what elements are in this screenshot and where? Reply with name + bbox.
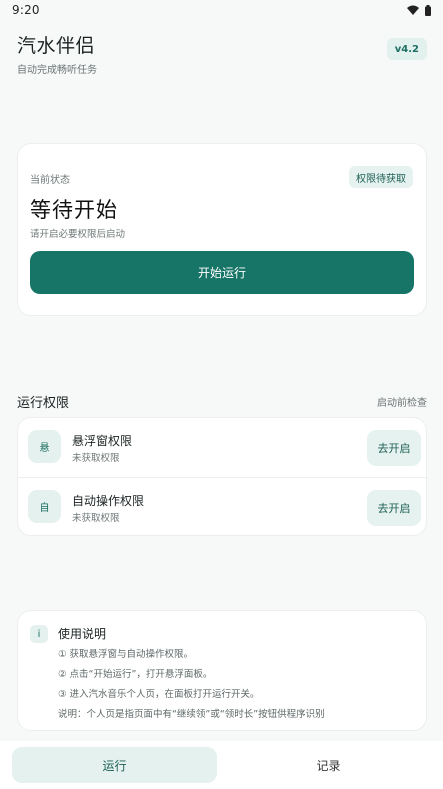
info-icon: i (30, 625, 48, 643)
status-title: 等待开始 (30, 198, 118, 222)
enable-auto-button[interactable]: 去开启 (367, 490, 421, 526)
help-card: i 使用说明 ① 获取悬浮窗与自动操作权限。 ② 点击“开始运行”，打开悬浮面板… (17, 610, 427, 731)
permission-row-overlay: 悬 悬浮窗权限 未获取权限 去开启 (18, 418, 428, 477)
version-badge: v4.2 (386, 38, 427, 60)
help-line: ② 点击“开始运行”，打开悬浮面板。 (58, 669, 213, 680)
status-time: 9:20 (12, 3, 40, 17)
help-line: ① 获取悬浮窗与自动操作权限。 (58, 649, 194, 660)
status-bar: 9:20 (0, 0, 443, 20)
permissions-card: 悬 悬浮窗权限 未获取权限 去开启 自 自动操作权限 未获取权限 去开启 (17, 417, 428, 536)
nav-tab-run[interactable]: 运行 (12, 747, 217, 783)
permissions-note: 启动前检查 (377, 398, 427, 409)
permission-row-auto: 自 自动操作权限 未获取权限 去开启 (18, 477, 428, 536)
app-header: 汽水伴侣 自动完成畅听任务 (17, 31, 97, 76)
bottom-nav: 运行 记录 (0, 741, 443, 789)
start-run-button[interactable]: 开始运行 (30, 251, 414, 294)
wifi-icon (407, 5, 419, 15)
status-card: 当前状态 权限待获取 等待开始 请开启必要权限后启动 开始运行 (17, 143, 427, 316)
permission-status-badge: 权限待获取 (349, 166, 413, 188)
permissions-section-header: 运行权限 启动前检查 (17, 392, 427, 411)
auto-permission-icon: 自 (28, 490, 61, 523)
status-hint: 请开启必要权限后启动 (30, 229, 126, 240)
help-line: 说明：个人页是指页面中有“继续领”或“领时长”按钮供程序识别 (58, 709, 325, 720)
nav-tab-records[interactable]: 记录 (226, 747, 431, 783)
permissions-title: 运行权限 (17, 396, 70, 411)
help-line: ③ 进入汽水音乐个人页，在面板打开运行开关。 (58, 689, 260, 700)
app-subtitle: 自动完成畅听任务 (17, 65, 97, 76)
battery-icon (425, 4, 431, 16)
status-label: 当前状态 (30, 175, 70, 186)
permission-state: 未获取权限 (72, 453, 120, 464)
permission-state: 未获取权限 (72, 513, 120, 524)
enable-overlay-button[interactable]: 去开启 (367, 430, 421, 466)
status-icons (407, 4, 431, 16)
help-title: 使用说明 (58, 627, 107, 641)
app-title: 汽水伴侣 (17, 35, 96, 57)
permission-name: 自动操作权限 (72, 494, 145, 508)
overlay-permission-icon: 悬 (28, 430, 61, 463)
permission-name: 悬浮窗权限 (72, 434, 133, 448)
